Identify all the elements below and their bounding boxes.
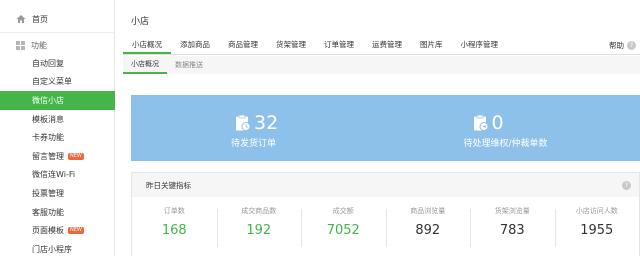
metric-value: 192 xyxy=(246,223,272,238)
tab-product-management[interactable]: 商品管理 xyxy=(219,37,267,54)
sidebar-item-store-miniprogram[interactable]: 门店小程序 xyxy=(0,240,115,256)
sidebar-item-label: 卡券功能 xyxy=(32,133,64,143)
pending-shipment-label: 待发货订单 xyxy=(231,139,277,149)
sidebar-item-vote-management[interactable]: 投票管理 xyxy=(0,184,115,203)
metric-label: 货架浏览量 xyxy=(494,207,530,215)
main-content: 小店 小店概况 添加商品 商品管理 货架管理 订单管理 运费管理 图片库 小程序… xyxy=(115,0,640,256)
metric-label: 订单数 xyxy=(163,207,185,215)
grid-icon xyxy=(16,40,25,50)
sidebar-item-label: 页面模板 xyxy=(32,226,64,236)
sidebar-item-auto-reply[interactable]: 自动回复 xyxy=(0,54,115,73)
page-title: 小店 xyxy=(131,17,150,27)
tab-order-management[interactable]: 订单管理 xyxy=(315,37,363,54)
pending-shipment-panel[interactable]: 32 待发货订单 xyxy=(131,95,386,161)
sidebar-section-function: 功能 xyxy=(0,36,115,54)
subtab-store-overview[interactable]: 小店概况 xyxy=(123,56,167,74)
sidebar-item-label: 微信连Wi-Fi xyxy=(32,170,76,180)
home-icon xyxy=(16,15,26,23)
key-metrics-panel: 昨日关键指标 ? 订单数 168 成交商品数 192 成交额 7052 商品浏览… xyxy=(131,172,640,256)
sidebar-item-label: 自动回复 xyxy=(32,58,64,68)
new-badge: NEW xyxy=(68,152,84,160)
sidebar: 首页 功能 自动回复 自定义菜单 微信小店 模板消息 卡券功能 留言管理 NEW … xyxy=(0,0,115,256)
pending-shipment-count: 32 xyxy=(254,112,279,134)
pending-dispute-panel[interactable]: 0 待处理维权/仲裁单数 xyxy=(386,95,640,161)
sidebar-item-card-coupon[interactable]: 卡券功能 xyxy=(0,128,115,147)
sidebar-item-wifi[interactable]: 微信连Wi-Fi xyxy=(0,166,115,185)
tab-miniprogram-management[interactable]: 小程序管理 xyxy=(452,37,508,54)
sidebar-item-label: 模板消息 xyxy=(32,114,64,124)
metric-label: 小店访问人数 xyxy=(575,207,618,215)
sidebar-section-label: 功能 xyxy=(31,40,47,50)
key-metrics-list: 订单数 168 成交商品数 192 成交额 7052 商品浏览量 892 货架浏… xyxy=(132,205,640,247)
pending-dispute-label: 待处理维权/仲裁单数 xyxy=(463,139,548,149)
metric-value: 7052 xyxy=(326,223,360,238)
sidebar-item-label: 客服功能 xyxy=(32,207,64,217)
tab-store-overview[interactable]: 小店概况 xyxy=(123,37,171,54)
sidebar-item-template-message[interactable]: 模板消息 xyxy=(0,110,115,129)
sidebar-item-label: 自定义菜单 xyxy=(32,77,72,87)
sidebar-item-home[interactable]: 首页 xyxy=(0,8,115,30)
metric-label: 成交额 xyxy=(332,207,354,215)
sidebar-home-label: 首页 xyxy=(32,14,48,24)
key-metrics-title: 昨日关键指标 xyxy=(146,180,191,190)
tab-image-library[interactable]: 图片库 xyxy=(411,37,452,54)
help-link[interactable]: 帮助 ? xyxy=(609,40,636,51)
metric-revenue: 成交额 7052 xyxy=(301,205,386,247)
clipboard-clock-icon xyxy=(236,114,251,131)
help-label: 帮助 xyxy=(609,41,624,50)
metric-shelf-views: 货架浏览量 783 xyxy=(470,205,555,247)
metric-label: 商品浏览量 xyxy=(410,207,446,215)
tab-shelf-management[interactable]: 货架管理 xyxy=(267,37,315,54)
sidebar-item-customer-service[interactable]: 客服功能 xyxy=(0,203,115,222)
metric-product-views: 商品浏览量 892 xyxy=(385,205,471,247)
sidebar-item-comment-management[interactable]: 留言管理 NEW xyxy=(0,147,115,166)
sidebar-item-label: 门店小程序 xyxy=(32,244,72,254)
sidebar-list: 自动回复 自定义菜单 微信小店 模板消息 卡券功能 留言管理 NEW 微信连Wi-… xyxy=(0,54,115,256)
sidebar-item-page-template[interactable]: 页面模板 NEW xyxy=(0,221,115,240)
sidebar-item-label: 投票管理 xyxy=(32,188,64,198)
new-badge: NEW xyxy=(68,227,84,235)
metric-value: 892 xyxy=(415,223,441,238)
sidebar-item-label: 留言管理 xyxy=(32,151,64,161)
metric-value: 1955 xyxy=(580,223,614,238)
key-metrics-header: 昨日关键指标 ? xyxy=(132,173,639,197)
sidebar-divider xyxy=(0,32,115,33)
tab-shipping-management[interactable]: 运费管理 xyxy=(363,37,411,54)
tab-add-product[interactable]: 添加商品 xyxy=(171,37,219,54)
metric-items-sold: 成交商品数 192 xyxy=(216,205,302,247)
sidebar-item-wechat-store[interactable]: 微信小店 xyxy=(0,91,115,110)
clipboard-return-icon xyxy=(473,114,488,131)
tab-bar: 小店概况 添加商品 商品管理 货架管理 订单管理 运费管理 图片库 小程序管理 xyxy=(123,37,640,55)
subtab-data-push[interactable]: 数据推送 xyxy=(167,56,211,74)
sidebar-item-label: 微信小店 xyxy=(32,95,64,105)
summary-banner: 32 待发货订单 0 待处理维权/仲裁单数 xyxy=(131,95,640,161)
metric-store-visitors: 小店访问人数 1955 xyxy=(554,205,640,247)
sidebar-item-custom-menu[interactable]: 自定义菜单 xyxy=(0,73,115,92)
pending-dispute-count: 0 xyxy=(491,112,504,134)
metric-order-count: 订单数 168 xyxy=(132,205,217,239)
metric-value: 783 xyxy=(499,223,525,238)
question-icon: ? xyxy=(627,41,636,50)
metric-value: 168 xyxy=(161,223,187,238)
subtab-bar: 小店概况 数据推送 xyxy=(123,56,640,74)
question-icon[interactable]: ? xyxy=(622,181,631,190)
metric-label: 成交商品数 xyxy=(241,207,277,215)
